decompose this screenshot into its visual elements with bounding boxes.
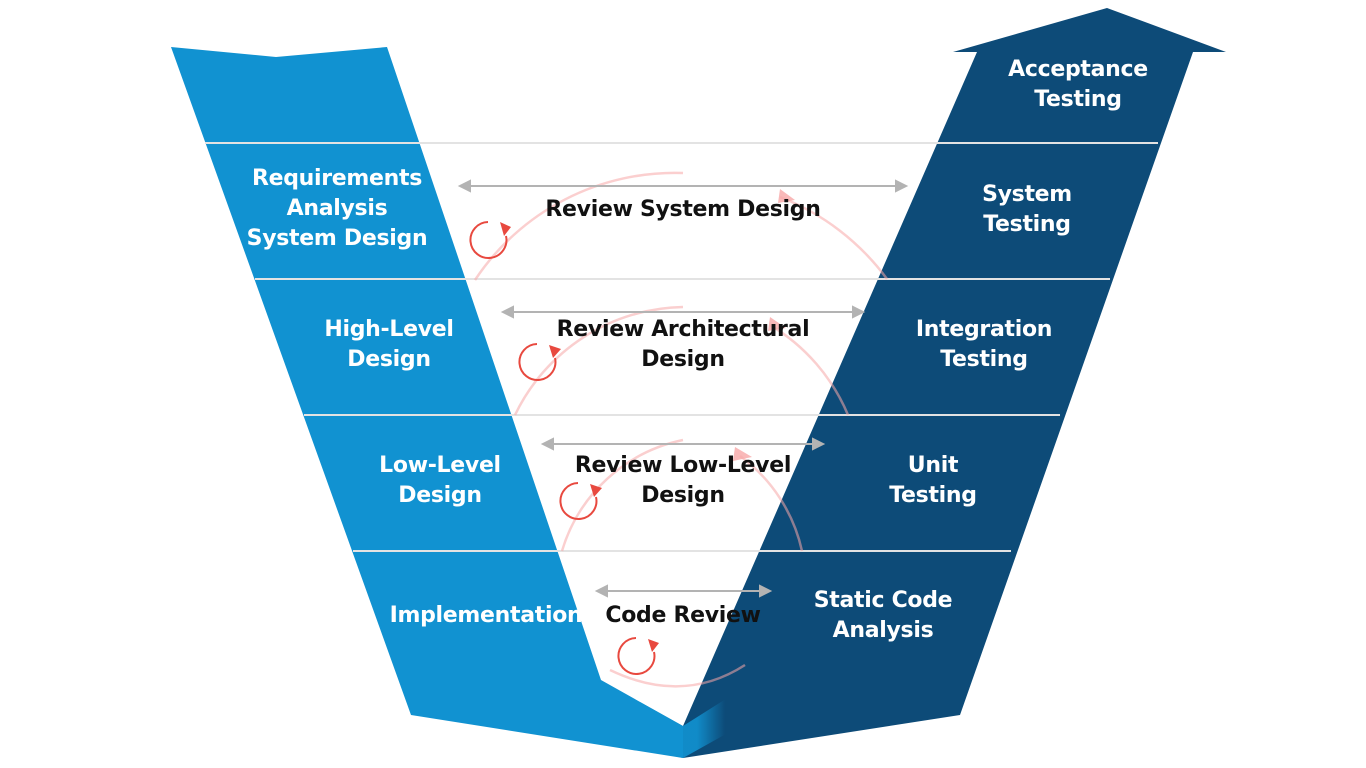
phase-system-testing: System Testing — [982, 182, 1072, 237]
phase-requirements-system-design: Requirements Analysis System Design — [246, 166, 428, 251]
left-arm-shape — [171, 47, 683, 758]
phase-static-code-analysis: Static Code Analysis — [813, 588, 953, 643]
v-model-diagram — [171, 8, 1226, 758]
phase-acceptance-testing: Acceptance Testing — [1008, 57, 1148, 112]
review-architectural-design: Review Architectural Design — [556, 317, 810, 372]
refresh-cycle-icon — [617, 637, 659, 675]
phase-unit-testing: Unit Testing — [889, 453, 977, 508]
review-low-level-design: Review Low-Level Design — [574, 453, 792, 508]
double-headed-arrow-icon — [457, 179, 909, 193]
phase-implementation: Implementation — [389, 603, 583, 628]
phase-low-level-design: Low-Level Design — [379, 453, 501, 508]
phase-integration-testing: Integration Testing — [915, 317, 1053, 372]
review-code: Code Review — [605, 603, 761, 628]
refresh-cycle-icon — [469, 221, 511, 259]
review-system-design: Review System Design — [545, 197, 821, 222]
phase-high-level-design: High-Level Design — [324, 317, 454, 372]
